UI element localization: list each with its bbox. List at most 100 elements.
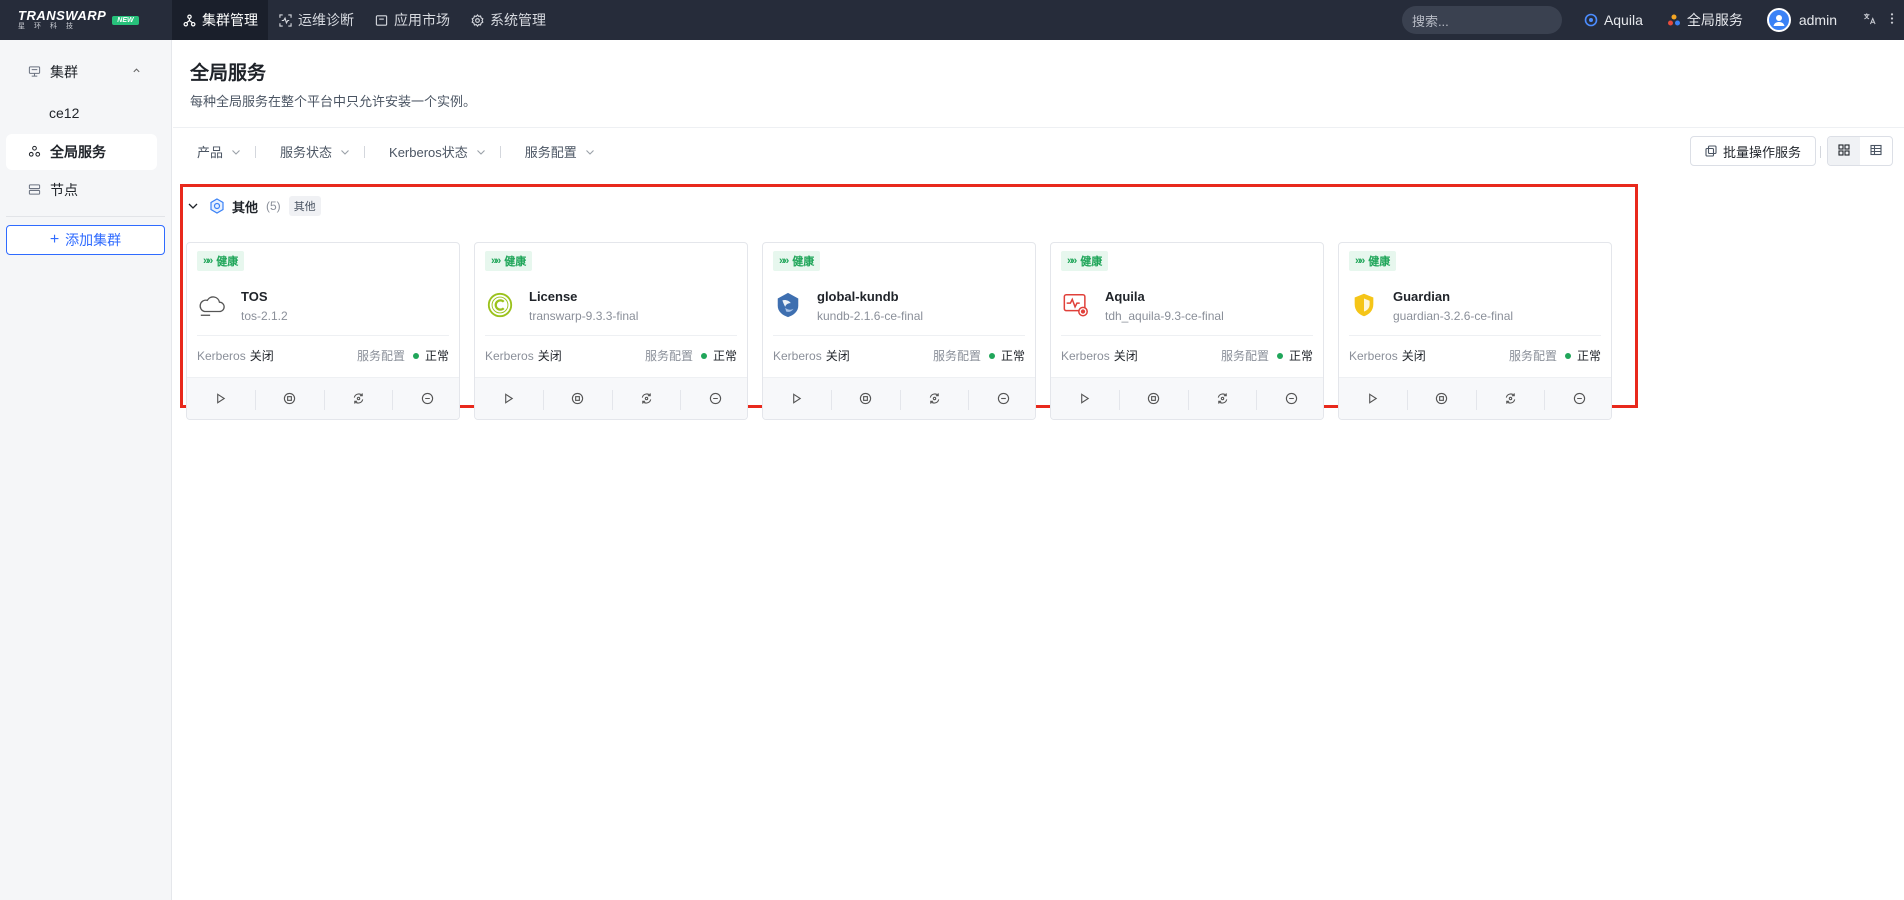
- service-name[interactable]: global-kundb: [817, 289, 899, 304]
- chevron-down-icon[interactable]: [187, 200, 199, 212]
- cluster-icon: [182, 13, 196, 27]
- grid-icon: [1838, 143, 1850, 159]
- remove-button[interactable]: [969, 390, 1035, 410]
- config-status: 服务配置 正常: [1221, 347, 1313, 364]
- view-toggle: [1827, 136, 1893, 166]
- plus-icon: +: [49, 231, 60, 248]
- stop-icon: [859, 392, 872, 408]
- chevron-down-icon: [476, 147, 486, 157]
- play-icon: [1078, 392, 1091, 408]
- kerberos-label: Kerberos: [1061, 349, 1110, 363]
- global-services-link[interactable]: 全局服务: [1667, 10, 1743, 30]
- remove-button[interactable]: [681, 390, 747, 410]
- sidebar-group-cluster[interactable]: 集群: [0, 52, 171, 92]
- more-icon[interactable]: [1890, 12, 1894, 28]
- table-view-button[interactable]: [1860, 137, 1892, 165]
- start-button[interactable]: [187, 389, 256, 410]
- start-button[interactable]: [763, 389, 832, 410]
- add-cluster-button[interactable]: + 添加集群: [6, 225, 165, 255]
- restart-icon: [352, 392, 365, 408]
- filter-bar: 产品 服务状态 Kerberos状态 服务配置 批量操作服务: [173, 127, 1904, 175]
- start-button[interactable]: [1051, 389, 1120, 410]
- market-icon: [374, 13, 388, 27]
- restart-button[interactable]: [613, 389, 682, 410]
- user-name: admin: [1798, 12, 1837, 28]
- restart-button[interactable]: [1477, 389, 1546, 410]
- play-icon: [790, 392, 803, 408]
- status-label: 健康: [792, 256, 815, 268]
- service-card-guardian[interactable]: »» 健康 Guardian guardian-3.2.6-ce-final Ke…: [1338, 242, 1612, 420]
- start-button[interactable]: [1339, 389, 1408, 410]
- nav-ops-diagnosis[interactable]: 运维诊断: [268, 0, 364, 40]
- sidebar-item-ce12[interactable]: ce12: [0, 94, 171, 132]
- service-name[interactable]: License: [529, 289, 577, 304]
- page-title: 全局服务: [190, 63, 267, 84]
- service-card-aquila[interactable]: »» 健康 Aquila tdh_aquila-9.3-ce-final Kerb…: [1050, 242, 1324, 420]
- stop-button[interactable]: [1408, 389, 1477, 410]
- filter-service-config[interactable]: 服务配置: [501, 142, 609, 161]
- config-label: 服务配置: [356, 349, 405, 363]
- stop-button[interactable]: [256, 389, 325, 410]
- remove-button[interactable]: [1257, 390, 1323, 410]
- remove-button[interactable]: [1545, 390, 1611, 410]
- kerberos-value: 关闭: [249, 349, 274, 363]
- service-card-global-kundb[interactable]: »» 健康 global-kundb kundb-2.1.6-ce-final K…: [762, 242, 1036, 420]
- nav-app-market[interactable]: 应用市场: [364, 0, 460, 40]
- grid-view-button[interactable]: [1828, 137, 1860, 165]
- service-version: tos-2.1.2: [241, 309, 288, 323]
- config-label: 服务配置: [644, 349, 693, 363]
- gear-icon: [470, 13, 484, 27]
- config-status: 服务配置 正常: [1509, 347, 1601, 364]
- service-cards: »» 健康 TOS tos-2.1.2 Kerberos 关闭 服务配置 正常 »» 健…: [186, 242, 1626, 420]
- aquila-icon: [1584, 13, 1598, 27]
- logo-text: TRANSWARP: [18, 7, 107, 23]
- restart-button[interactable]: [325, 389, 394, 410]
- kerberos-label: Kerberos: [197, 349, 246, 363]
- aquila-link[interactable]: Aquila: [1584, 12, 1643, 28]
- card-divider: [197, 335, 449, 336]
- service-version: tdh_aquila-9.3-ce-final: [1105, 309, 1224, 323]
- sidebar-item-global-services[interactable]: 全局服务: [6, 134, 157, 170]
- translate-icon[interactable]: [1863, 12, 1876, 28]
- kerberos-status: Kerberos 关闭: [485, 347, 562, 364]
- global-services-icon: [1667, 13, 1681, 27]
- chevron-down-icon: [231, 147, 241, 157]
- status-dot: [412, 352, 419, 359]
- user-menu[interactable]: admin: [1766, 8, 1837, 32]
- stop-button[interactable]: [1120, 389, 1189, 410]
- kerberos-label: Kerberos: [1349, 349, 1398, 363]
- stop-button[interactable]: [832, 389, 901, 410]
- toolbar-divider: [1820, 146, 1821, 158]
- nav-cluster-management[interactable]: 集群管理: [172, 0, 268, 40]
- service-card-license[interactable]: »» 健康 License transwarp-9.3.3-final Kerbe…: [474, 242, 748, 420]
- card-divider: [773, 335, 1025, 336]
- stop-button[interactable]: [544, 389, 613, 410]
- copy-icon: [1705, 145, 1717, 157]
- service-name[interactable]: Guardian: [1393, 289, 1450, 304]
- search-input[interactable]: 搜索...: [1401, 6, 1562, 34]
- nav-system-management[interactable]: 系统管理: [460, 0, 556, 40]
- batch-operation-button[interactable]: 批量操作服务: [1690, 136, 1817, 166]
- play-icon: [502, 392, 515, 408]
- diagnose-icon: [278, 13, 292, 27]
- brand-logo[interactable]: TRANSWARP 星环科技 NEW: [0, 0, 172, 40]
- status-label: 健康: [216, 256, 239, 268]
- restart-button[interactable]: [901, 389, 970, 410]
- start-button[interactable]: [475, 389, 544, 410]
- status-badge: »» 健康: [485, 251, 533, 271]
- sidebar-item-nodes[interactable]: 节点: [0, 172, 171, 208]
- status-label: 健康: [1368, 256, 1391, 268]
- server-icon: [28, 65, 42, 79]
- kerberos-value: 关闭: [1401, 349, 1426, 363]
- filter-service-status[interactable]: 服务状态: [256, 142, 364, 161]
- restart-button[interactable]: [1189, 389, 1258, 410]
- remove-button[interactable]: [393, 390, 459, 410]
- filter-product[interactable]: 产品: [173, 142, 255, 161]
- service-name[interactable]: TOS: [241, 289, 268, 304]
- filter-kerberos-status[interactable]: Kerberos状态: [365, 142, 500, 161]
- page-description: 每种全局服务在整个平台中只允许安装一个实例。: [190, 94, 477, 109]
- sidebar-divider: [6, 216, 165, 217]
- kerberos-label: Kerberos: [485, 349, 534, 363]
- service-card-tos[interactable]: »» 健康 TOS tos-2.1.2 Kerberos 关闭 服务配置 正常: [186, 242, 460, 420]
- service-name[interactable]: Aquila: [1105, 289, 1145, 304]
